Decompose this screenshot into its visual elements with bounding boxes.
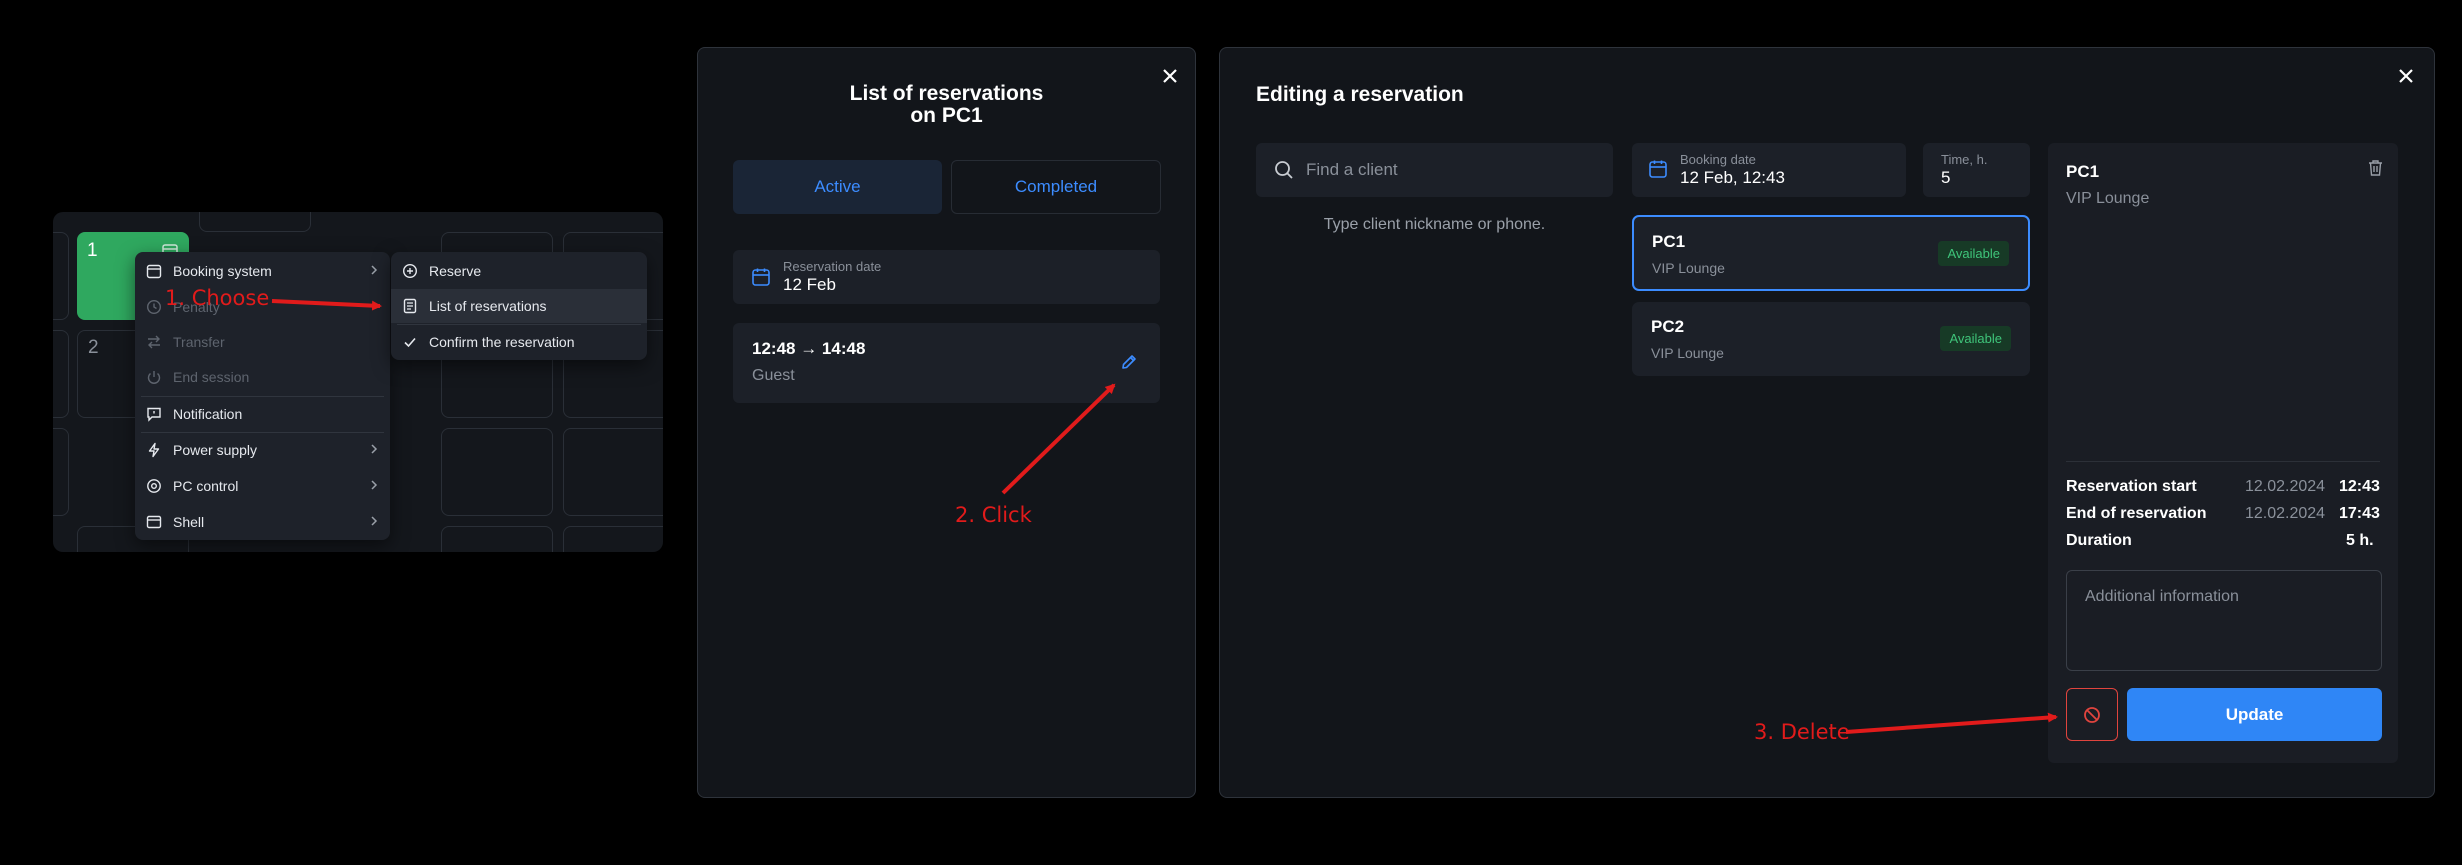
annotation-step2: 2. Click — [955, 503, 1032, 527]
arrow-step1 — [271, 299, 382, 311]
annotation-arrows — [271, 299, 2058, 734]
annotation-step1: 1. Choose — [165, 286, 270, 310]
arrow-step3 — [1845, 712, 2058, 734]
arrow-step2 — [1001, 383, 1116, 495]
annotation-step3: 3. Delete — [1754, 720, 1850, 744]
